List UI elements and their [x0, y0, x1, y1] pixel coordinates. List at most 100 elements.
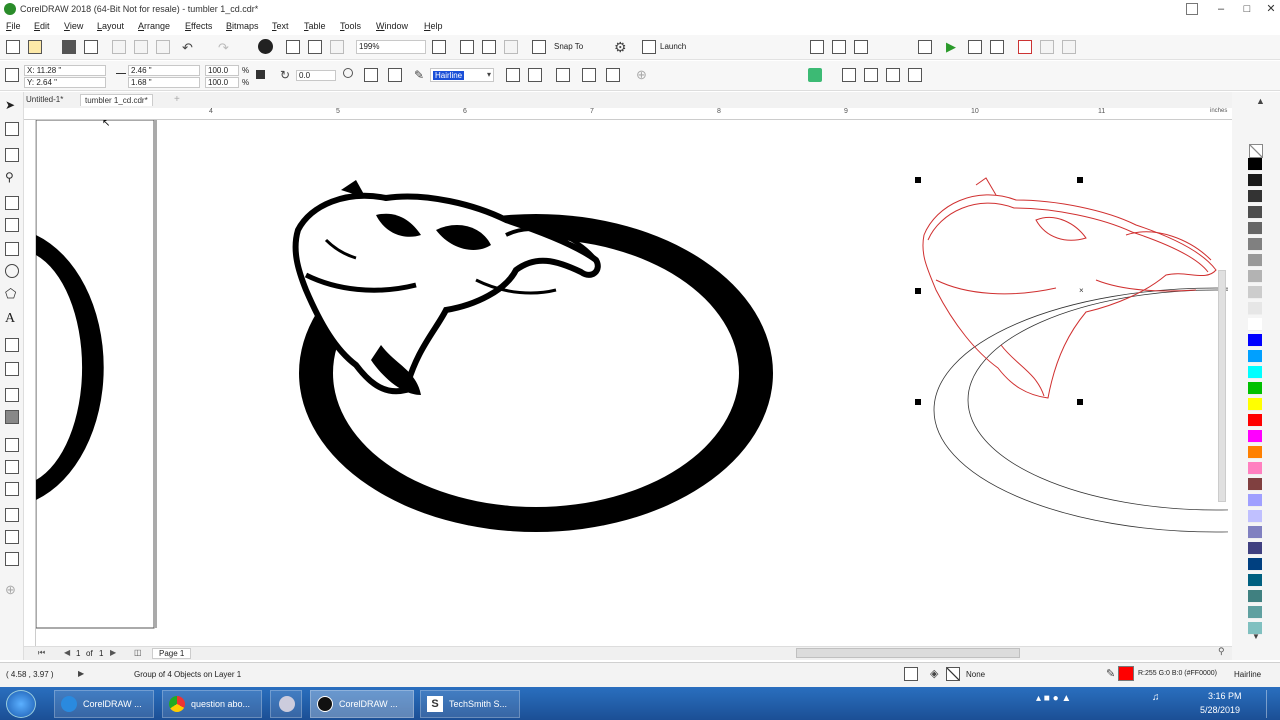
- palette-swatch[interactable]: [1248, 574, 1262, 587]
- show-grid-icon[interactable]: [482, 40, 496, 54]
- show-desktop-button[interactable]: [1266, 690, 1278, 718]
- palette-swatch[interactable]: [1248, 494, 1262, 507]
- palette-scroll-down-icon[interactable]: ▼: [1252, 632, 1260, 641]
- palette-swatch[interactable]: [1248, 174, 1262, 187]
- palette-swatch[interactable]: [1248, 302, 1262, 315]
- outline-color-swatch[interactable]: [1118, 666, 1134, 681]
- open-folder-icon[interactable]: [28, 40, 42, 54]
- taskbar-item-app[interactable]: [270, 690, 302, 718]
- page-1-tab[interactable]: Page 1: [152, 648, 192, 659]
- connector-tool-icon[interactable]: [5, 362, 19, 376]
- interactive-fill-icon[interactable]: [5, 460, 19, 474]
- palette-swatch[interactable]: [1248, 350, 1262, 363]
- rotation-center-icon[interactable]: [343, 68, 353, 78]
- taskbar-item-coreldraw-ie[interactable]: CorelDRAW ...: [54, 690, 154, 718]
- height-field[interactable]: 1.68 ": [128, 77, 200, 88]
- menu-view[interactable]: View: [64, 21, 83, 31]
- artistic-media-icon[interactable]: [5, 218, 19, 232]
- redo-icon[interactable]: ↷: [218, 40, 229, 56]
- object-manager-icon[interactable]: [854, 40, 868, 54]
- docker-a-icon[interactable]: [1040, 40, 1054, 54]
- palette-swatch[interactable]: [1248, 398, 1262, 411]
- transparency-tool-icon[interactable]: [5, 410, 19, 424]
- x-position-field[interactable]: X: 11.28 ": [24, 65, 106, 76]
- tab-tumbler[interactable]: tumbler 1_cd.cdr*: [80, 94, 153, 106]
- dimension-tool-icon[interactable]: [5, 338, 19, 352]
- palette-swatch[interactable]: [1248, 526, 1262, 539]
- color-proof-icon[interactable]: [904, 667, 918, 681]
- tray-icons[interactable]: ▴ ■ ● ▲: [1036, 693, 1071, 704]
- first-page-icon[interactable]: ⏮: [38, 648, 45, 658]
- menu-table[interactable]: Table: [304, 21, 326, 31]
- palette-swatch[interactable]: [1248, 382, 1262, 395]
- smart-fill-icon[interactable]: [5, 482, 19, 496]
- object-origin-icon[interactable]: [5, 68, 19, 82]
- maximize-button[interactable]: □: [1234, 0, 1260, 18]
- palette-swatch[interactable]: [1248, 334, 1262, 347]
- options-gear-icon[interactable]: ⚙: [614, 39, 627, 56]
- add-plus-icon[interactable]: ⊕: [636, 67, 647, 83]
- polygon-tool-icon[interactable]: ⬠: [5, 286, 19, 301]
- mirror-horizontal-icon[interactable]: [364, 68, 378, 82]
- palette-swatch[interactable]: [1248, 446, 1262, 459]
- save-icon[interactable]: [62, 40, 76, 54]
- menu-layout[interactable]: Layout: [97, 21, 124, 31]
- pick-tool-icon[interactable]: ➤: [5, 98, 19, 112]
- y-position-field[interactable]: Y: 2.64 ": [24, 77, 106, 88]
- palette-swatch[interactable]: [1248, 286, 1262, 299]
- next-page-icon[interactable]: ▶: [110, 648, 116, 657]
- full-screen-icon[interactable]: [432, 40, 446, 54]
- simplify-icon[interactable]: [908, 68, 922, 82]
- weld-icon[interactable]: [842, 68, 856, 82]
- scale-width-field[interactable]: 100.0: [205, 65, 239, 76]
- close-button[interactable]: ✕: [1258, 0, 1280, 18]
- align-tool-icon[interactable]: [5, 552, 19, 566]
- volume-icon[interactable]: ♫: [1152, 692, 1160, 703]
- palette-swatch[interactable]: [1248, 478, 1262, 491]
- rectangle-tool-icon[interactable]: [5, 242, 19, 256]
- coords-arrow-icon[interactable]: ▶: [78, 669, 84, 678]
- palette-swatch[interactable]: [1248, 606, 1262, 619]
- eyedropper-tool-icon[interactable]: [5, 438, 19, 452]
- zoom-level-field[interactable]: 199%: [356, 40, 426, 54]
- paste-icon[interactable]: [156, 40, 170, 54]
- page-layout-icon[interactable]: [918, 40, 932, 54]
- taskbar-item-chrome[interactable]: question abo...: [162, 690, 262, 718]
- palette-swatch[interactable]: [1248, 542, 1262, 555]
- new-document-icon[interactable]: [6, 40, 20, 54]
- menu-effects[interactable]: Effects: [185, 21, 212, 31]
- mirror-vertical-icon[interactable]: [388, 68, 402, 82]
- palette-swatch[interactable]: [1248, 462, 1262, 475]
- convert-curves-icon[interactable]: [528, 68, 542, 82]
- launch-icon[interactable]: [642, 40, 656, 54]
- import-icon[interactable]: [286, 40, 300, 54]
- zoom-tool-icon[interactable]: ⚲: [5, 170, 19, 184]
- palette-scroll-up-icon[interactable]: ▲: [1256, 96, 1265, 106]
- publish-pdf-icon[interactable]: [330, 40, 344, 54]
- palette-swatch[interactable]: [1248, 510, 1262, 523]
- tab-untitled[interactable]: Untitled-1*: [22, 94, 67, 105]
- launch-dropdown[interactable]: Launch: [660, 42, 686, 51]
- zoom-navigator-icon[interactable]: ⚲: [1218, 646, 1225, 657]
- intersect-icon[interactable]: [886, 68, 900, 82]
- palette-swatch[interactable]: [1248, 430, 1262, 443]
- palette-swatch[interactable]: [1248, 190, 1262, 203]
- menu-arrange[interactable]: Arrange: [138, 21, 170, 31]
- palette-swatch[interactable]: [1248, 238, 1262, 251]
- rotation-field[interactable]: 0.0: [296, 70, 336, 81]
- trim-icon[interactable]: [864, 68, 878, 82]
- to-front-icon[interactable]: [582, 68, 596, 82]
- lock-ratio-icon[interactable]: [256, 70, 265, 79]
- fill-none-swatch[interactable]: [946, 667, 960, 681]
- add-tool-icon[interactable]: ⊕: [5, 582, 19, 597]
- outline-tool-icon[interactable]: [5, 508, 19, 522]
- text-tool-icon[interactable]: A: [5, 311, 19, 326]
- add-page-icon[interactable]: ◫: [134, 648, 142, 657]
- spellcheck-icon[interactable]: [832, 40, 846, 54]
- menu-help[interactable]: Help: [424, 21, 443, 31]
- palette-swatch[interactable]: [1248, 414, 1262, 427]
- export-icon[interactable]: [308, 40, 322, 54]
- shape-tool-icon[interactable]: [5, 122, 19, 136]
- ellipse-tool-icon[interactable]: [5, 264, 19, 278]
- restore-view-icon[interactable]: [1186, 3, 1198, 15]
